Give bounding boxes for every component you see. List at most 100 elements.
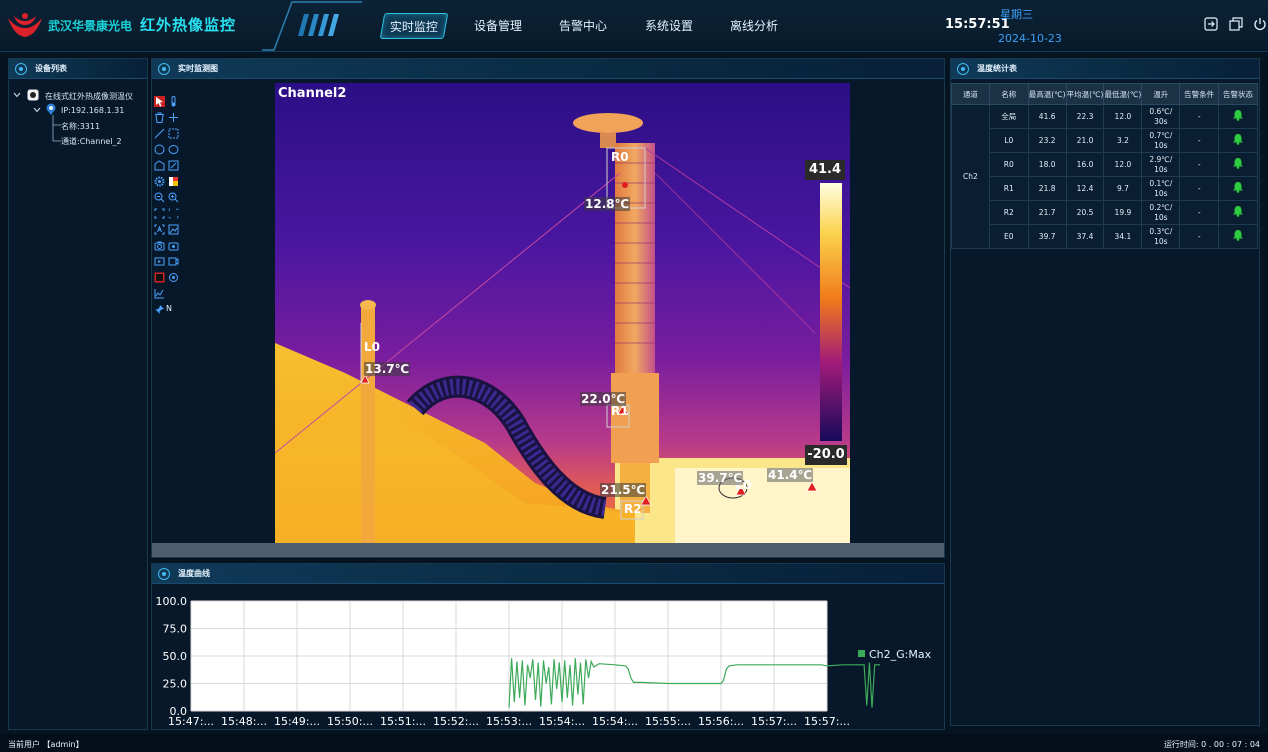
min-temp-cell: 19.9 [1103,200,1143,225]
thermometer-icon[interactable] [168,96,179,107]
legend-swatch [858,650,865,657]
region-temp-R2: 21.5℃ [600,483,647,497]
temperature-curve-chart[interactable]: 100.075.050.025.00.015:47:... 15:48:... 15… [151,586,945,730]
temp-rise-interval: 10s [1154,236,1168,246]
rectangle-tool-icon[interactable] [168,128,179,139]
color-palette-icon[interactable] [168,176,179,187]
chevron-down-icon[interactable] [13,92,21,98]
panel-header: 设备列表 [9,59,147,79]
column-header: 名称 [988,83,1029,105]
alarm-bell-icon[interactable] [1232,109,1244,121]
column-header: 平均温(℃) [1065,83,1105,105]
alarm-bell-icon[interactable] [1232,229,1244,241]
nav-tab-alarm-center[interactable]: 告警中心 [551,13,615,39]
nav-tab-realtime-monitor[interactable]: 实时监控 [379,13,449,39]
panel-header-icon [15,63,27,75]
name-cell: R1 [988,176,1029,201]
x-tick-label: 15:50:... [327,715,373,728]
region-label-R0[interactable]: R0 [611,150,629,164]
restore-window-icon[interactable] [1229,17,1243,31]
name-cell: L0 [988,128,1029,153]
table-row[interactable]: E0 39.7 37.4 34.1 0.3℃/10s - [952,224,1258,249]
tree-item-device[interactable]: 在线式红外热成像测温仪 [45,91,133,102]
min-temp-cell: 3.2 [1103,128,1143,153]
alarm-status-cell [1218,104,1258,129]
region-label-R1[interactable]: R1 [611,404,629,418]
nav-tab-device-management[interactable]: 设备管理 [466,13,530,39]
app-header: 武汉华景康光电 红外热像监控 实时监控 设备管理 告警中心 系统设置 离线分析 … [0,0,1268,52]
edit-icon[interactable] [168,160,179,171]
tree-item-name[interactable]: 名称:3311 [61,121,100,132]
device-list-panel: 设备列表 在线式红外热成像测温仪 IP:192.168.1.31 名称:3311… [8,58,148,730]
x-tick-label: 15:52:... [433,715,479,728]
add-point-icon[interactable] [168,112,179,123]
nav-tab-system-settings[interactable]: 系统设置 [637,13,701,39]
region-label-R2[interactable]: R2 [624,502,642,516]
column-header: 告警条件 [1179,83,1220,105]
fullscreen-icon[interactable] [168,208,179,219]
x-tick-label: 15:57:... [751,715,797,728]
nav-tab-offline-analysis[interactable]: 离线分析 [722,13,786,39]
app-title: 红外热像监控 [140,16,237,34]
temp-rise-cell: 0.2℃/10s [1141,200,1181,225]
table-header-row: 通道 名称 最高温(℃) 平均温(℃) 最低温(℃) 温升 告警条件 告警状态 [951,83,1258,105]
max-point-temp: 41.4℃ [767,468,814,482]
table-row[interactable]: R0 18.0 16.0 12.0 2.9℃/10s - [952,152,1258,177]
tree-item-ip[interactable]: IP:192.168.1.31 [61,106,124,115]
temp-rise-interval: 30s [1154,116,1168,126]
thermal-image[interactable] [275,83,850,543]
region-temp-R0: 12.8℃ [584,197,631,211]
panel-header-icon [158,568,170,580]
avg-temp-cell: 20.5 [1065,200,1105,225]
avg-temp-cell: 12.4 [1065,176,1105,201]
image-export-icon[interactable] [168,224,179,235]
target-icon[interactable] [168,272,179,283]
alarm-bell-icon[interactable] [1232,205,1244,217]
alarm-bell-icon[interactable] [1232,181,1244,193]
temp-rise-cell: 0.3℃/10s [1141,224,1181,249]
text-annotation-icon[interactable] [154,224,165,235]
region-temp-E0: 39.7℃ [697,471,744,485]
zoom-out-icon[interactable] [154,192,165,203]
avg-temp-cell: 37.4 [1065,224,1105,249]
max-temp-cell: 41.6 [1027,104,1067,129]
chevron-down-icon[interactable] [33,107,41,113]
image-scrollbar[interactable] [152,543,944,557]
y-tick-label: 100.0 [156,595,188,608]
alarm-condition-cell: - [1179,224,1220,249]
display-mode-icon[interactable] [154,272,165,283]
ellipse-tool-icon[interactable] [168,144,179,155]
trash-icon[interactable] [154,112,165,123]
panel-header-icon [158,63,170,75]
table-row[interactable]: Ch2 全局 41.6 22.3 12.0 0.6℃/30s - [951,104,1258,249]
alarm-bell-icon[interactable] [1232,133,1244,145]
fit-screen-icon[interactable] [154,208,165,219]
zoom-in-icon[interactable] [168,192,179,203]
histogram-icon[interactable] [154,288,165,299]
max-temp-cell: 21.8 [1027,176,1067,201]
video-icon[interactable] [168,256,179,267]
snapshot-camera-icon[interactable] [154,240,165,251]
region-temp-L0: 13.7℃ [364,362,411,376]
record-icon[interactable] [154,256,165,267]
logout-icon[interactable] [1204,17,1218,31]
table-row[interactable]: R1 21.8 12.4 9.7 0.1℃/10s - [952,176,1258,201]
settings-gear-icon[interactable] [154,176,165,187]
legend-label: Ch2_G:Max [869,648,932,661]
table-row[interactable]: L0 23.2 21.0 3.2 0.7℃/10s - [952,128,1258,153]
temp-rise-value: 0.3℃/ [1149,226,1173,236]
device-list-title: 设备列表 [35,64,67,73]
snapshot-visible-icon[interactable] [168,240,179,251]
table-row[interactable]: R2 21.7 20.5 19.9 0.2℃/10s - [952,200,1258,225]
select-pointer-icon[interactable] [154,96,165,107]
region-label-L0[interactable]: L0 [364,340,380,354]
power-icon[interactable] [1253,17,1267,31]
line-tool-icon[interactable] [154,128,165,139]
column-header: 最高温(℃) [1027,83,1067,105]
alarm-bell-icon[interactable] [1232,157,1244,169]
tree-item-channel[interactable]: 通道:Channel_2 [61,136,122,147]
polygon-tool-icon[interactable] [154,160,165,171]
pin-icon[interactable] [154,304,165,315]
alarm-condition-cell: - [1179,128,1220,153]
circle-tool-icon[interactable] [154,144,165,155]
